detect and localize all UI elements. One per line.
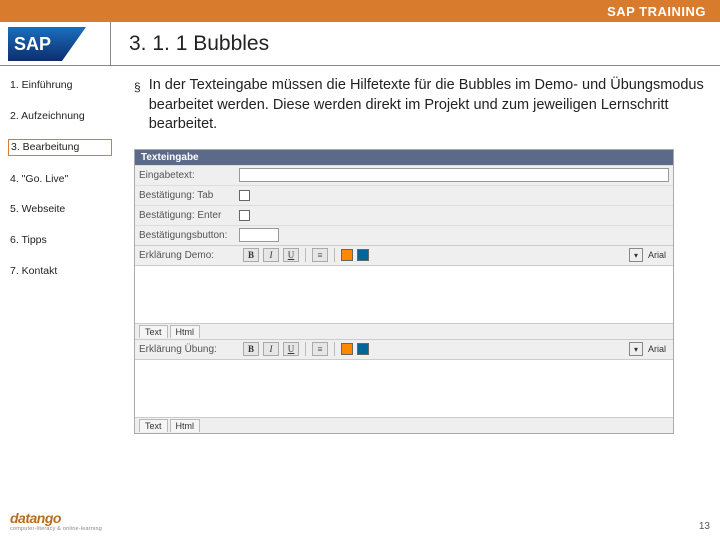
nav-item-4[interactable]: 4. "Go. Live" — [8, 172, 112, 187]
dialog-title: Texteingabe — [135, 150, 673, 165]
content-area: § In der Texteingabe müssen die Hilfetex… — [118, 66, 720, 506]
nav-item-7[interactable]: 7. Kontakt — [8, 264, 112, 279]
label-best-enter: Bestätigung: Enter — [139, 210, 239, 221]
separator-icon — [334, 248, 335, 262]
font-selected-2: Arial — [645, 344, 669, 354]
nav-item-6[interactable]: 6. Tipps — [8, 233, 112, 248]
label-best-tab: Bestätigung: Tab — [139, 190, 239, 201]
color-swatch-4[interactable] — [357, 343, 369, 355]
italic-button[interactable]: I — [263, 248, 279, 262]
header-row: SAP 3. 1. 1 Bubbles — [0, 22, 720, 66]
nav-item-1[interactable]: 1. Einführung — [8, 78, 112, 93]
footer-logo: datango computer-literacy & online-learn… — [10, 510, 102, 532]
tab-text-2[interactable]: Text — [139, 419, 168, 432]
input-best-button[interactable] — [239, 228, 279, 242]
slide-body: 1. Einführung 2. Aufzeichnung 3. Bearbei… — [0, 66, 720, 506]
bold-button[interactable]: B — [243, 248, 259, 262]
toolbar-demo: Erklärung Demo: B I U ≡ ▾ Arial — [135, 245, 673, 265]
label-erkl-demo: Erklärung Demo: — [139, 250, 239, 261]
row-button: Bestätigungsbutton: — [135, 225, 673, 245]
font-dropdown[interactable]: ▾ Arial — [629, 248, 669, 262]
separator-icon — [305, 342, 306, 356]
tab-html-2[interactable]: Html — [170, 419, 201, 432]
label-best-button: Bestätigungsbutton: — [139, 230, 239, 241]
row-eingabetext: Eingabetext: — [135, 165, 673, 185]
svg-text:SAP: SAP — [14, 34, 51, 54]
color-swatch-2[interactable] — [357, 249, 369, 261]
color-swatch-1[interactable] — [341, 249, 353, 261]
sap-logo-icon: SAP — [8, 27, 86, 61]
checkbox-tab[interactable] — [239, 190, 250, 201]
slide-page: SAP TRAINING SAP 3. 1. 1 Bubbles 1. Einf… — [0, 0, 720, 540]
row-enter: Bestätigung: Enter — [135, 205, 673, 225]
bullet-text: In der Texteingabe müssen die Hilfetexte… — [149, 76, 706, 135]
underline-button-2[interactable]: U — [283, 342, 299, 356]
label-erkl-uebung: Erklärung Übung: — [139, 344, 239, 355]
toolbar-uebung: Erklärung Übung: B I U ≡ ▾ Arial — [135, 339, 673, 359]
tab-text[interactable]: Text — [139, 325, 168, 338]
slide-heading: 3. 1. 1 Bubbles — [110, 22, 720, 65]
separator-icon — [334, 342, 335, 356]
sap-logo: SAP — [0, 27, 110, 61]
input-eingabetext[interactable] — [239, 168, 669, 182]
datango-tagline: computer-literacy & online-learning — [10, 526, 102, 532]
sidebar: 1. Einführung 2. Aufzeichnung 3. Bearbei… — [0, 66, 118, 506]
bullet-icon: § — [134, 79, 141, 135]
nav-item-3[interactable]: 3. Bearbeitung — [8, 139, 112, 156]
tabs-demo: Text Html — [135, 323, 673, 339]
texteingabe-dialog: Texteingabe Eingabetext: Bestätigung: Ta… — [134, 149, 674, 434]
chevron-down-icon[interactable]: ▾ — [629, 342, 643, 356]
color-swatch-3[interactable] — [341, 343, 353, 355]
bold-button-2[interactable]: B — [243, 342, 259, 356]
list-button-2[interactable]: ≡ — [312, 342, 328, 356]
tabs-uebung: Text Html — [135, 417, 673, 433]
textarea-demo[interactable] — [135, 265, 673, 323]
font-dropdown-2[interactable]: ▾ Arial — [629, 342, 669, 356]
separator-icon — [305, 248, 306, 262]
page-number: 13 — [699, 521, 710, 532]
tab-html[interactable]: Html — [170, 325, 201, 338]
row-tab: Bestätigung: Tab — [135, 185, 673, 205]
chevron-down-icon[interactable]: ▾ — [629, 248, 643, 262]
nav-item-2[interactable]: 2. Aufzeichnung — [8, 109, 112, 124]
title-bar: SAP TRAINING — [0, 0, 720, 22]
list-button[interactable]: ≡ — [312, 248, 328, 262]
app-title: SAP TRAINING — [607, 4, 706, 19]
bullet-paragraph: § In der Texteingabe müssen die Hilfetex… — [134, 76, 706, 135]
textarea-uebung[interactable] — [135, 359, 673, 417]
italic-button-2[interactable]: I — [263, 342, 279, 356]
font-selected: Arial — [645, 250, 669, 260]
underline-button[interactable]: U — [283, 248, 299, 262]
checkbox-enter[interactable] — [239, 210, 250, 221]
label-eingabetext: Eingabetext: — [139, 170, 239, 181]
datango-logo: datango — [10, 510, 102, 526]
nav-item-5[interactable]: 5. Webseite — [8, 202, 112, 217]
